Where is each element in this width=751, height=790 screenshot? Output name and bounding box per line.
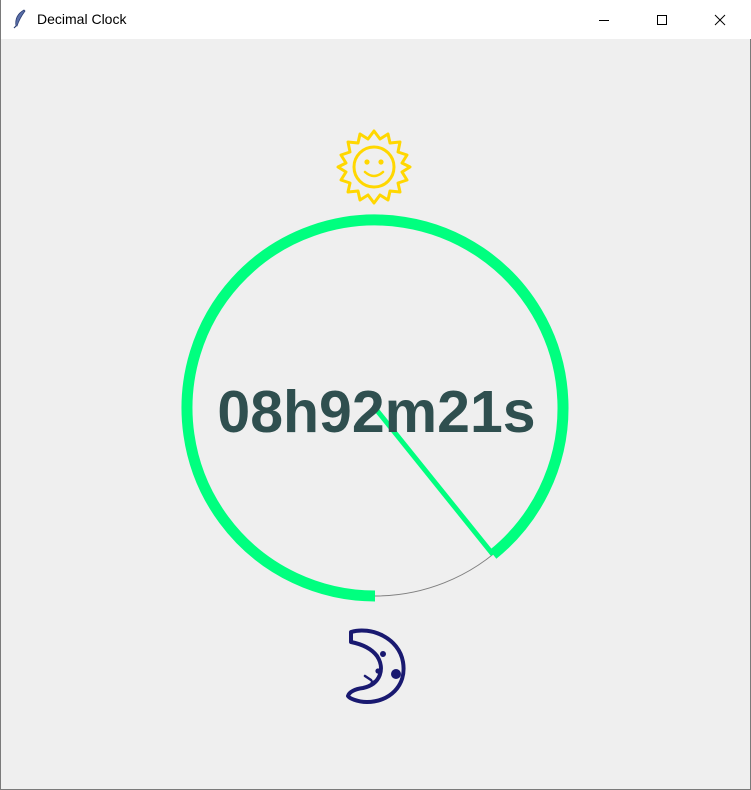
- minimize-icon: [599, 19, 609, 21]
- minimize-button[interactable]: [575, 0, 633, 39]
- clock-canvas: 08h92m21s: [1, 39, 751, 790]
- sun-face-icon: [336, 129, 412, 205]
- clock-face: [181, 129, 569, 704]
- title-bar[interactable]: Decimal Clock: [1, 0, 751, 39]
- crescent-moon-face-icon: [346, 628, 406, 704]
- close-icon: [714, 14, 726, 25]
- close-button[interactable]: [691, 0, 749, 39]
- clock-hand: [373, 406, 495, 556]
- maximize-button[interactable]: [633, 0, 691, 39]
- window-title: Decimal Clock: [37, 11, 127, 27]
- maximize-icon: [657, 14, 667, 25]
- app-window: Decimal Clock 08h92m21s: [0, 0, 751, 790]
- feather-icon: [13, 9, 26, 29]
